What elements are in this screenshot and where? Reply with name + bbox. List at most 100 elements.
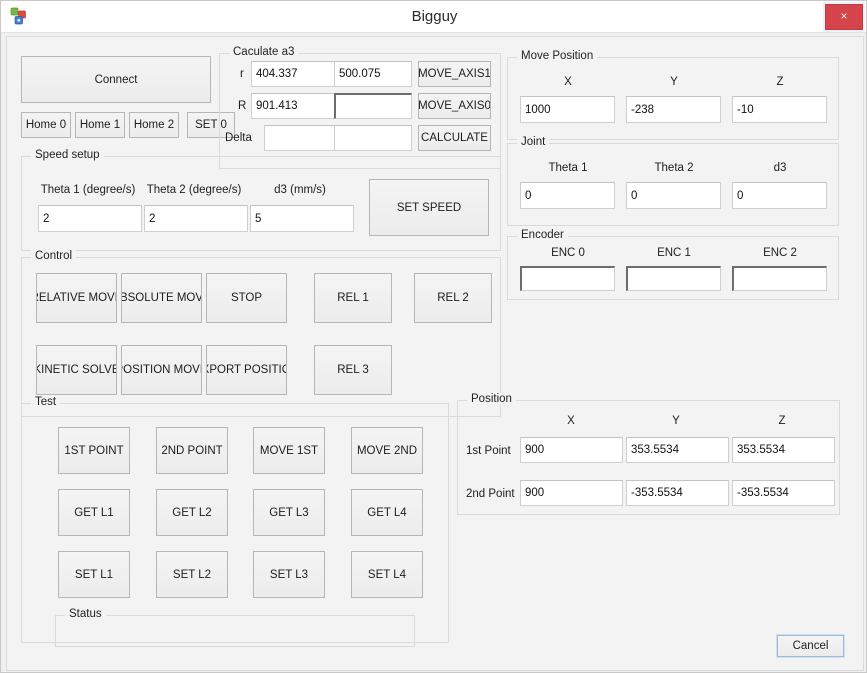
encoder-2-input[interactable] <box>732 266 827 291</box>
calc-r-field-a[interactable] <box>251 61 346 87</box>
encoder-2-header: ENC 2 <box>763 247 797 259</box>
position-row-1-label: 1st Point <box>466 445 511 457</box>
move-position-x-input[interactable] <box>520 96 615 123</box>
position-2nd-y-input[interactable] <box>626 480 729 506</box>
rel-3-button[interactable]: REL 3 <box>314 345 392 395</box>
move-1st-button[interactable]: MOVE 1ST <box>253 427 325 474</box>
encoder-1-header: ENC 1 <box>657 247 691 259</box>
first-point-button[interactable]: 1ST POINT <box>58 427 130 474</box>
move-position-z-input[interactable] <box>732 96 827 123</box>
export-position-label: EXPORT POSITION <box>207 364 286 376</box>
position-group: Position X Y Z 1st Point 2nd Point <box>457 393 840 515</box>
position-2nd-x-input[interactable] <box>520 480 623 506</box>
theta2-speed-label: Theta 2 (degree/s) <box>146 184 242 196</box>
status-group: Status <box>55 608 415 647</box>
joint-theta1-input[interactable] <box>520 182 615 209</box>
move-position-x-header: X <box>564 76 572 88</box>
get-l1-button[interactable]: GET L1 <box>58 489 130 536</box>
label-r-upper: R <box>238 100 247 112</box>
set-l4-button[interactable]: SET L4 <box>351 551 423 598</box>
encoder-1-input[interactable] <box>626 266 721 291</box>
get-l2-button[interactable]: GET L2 <box>156 489 228 536</box>
relative-move-label: RELATIVE MOVE <box>36 292 116 304</box>
test-group: Test 1ST POINT 2ND POINT MOVE 1ST MOVE 2… <box>21 396 449 643</box>
calculate-button[interactable]: CALCULATE <box>418 125 491 151</box>
rel-1-button[interactable]: REL 1 <box>314 273 392 323</box>
joint-d3-input[interactable] <box>732 182 827 209</box>
move-2nd-button[interactable]: MOVE 2ND <box>351 427 423 474</box>
calc-delta-field-b[interactable] <box>334 125 412 151</box>
absolute-move-label: ABSOLUTE MOVE <box>122 292 201 304</box>
joint-theta2-input[interactable] <box>626 182 721 209</box>
test-legend: Test <box>31 396 61 408</box>
encoder-0-input[interactable] <box>520 266 615 291</box>
calc-r-field-b[interactable] <box>334 61 412 87</box>
application-window: Bigguy × Connect Home 0 Home 1 Home 2 SE… <box>0 0 867 673</box>
close-button[interactable]: × <box>825 4 863 30</box>
get-l3-button[interactable]: GET L3 <box>253 489 325 536</box>
speed-setup-legend: Speed setup <box>31 149 104 161</box>
position-1st-z-input[interactable] <box>732 437 835 463</box>
home-0-button[interactable]: Home 0 <box>21 112 71 138</box>
absolute-move-button[interactable]: ABSOLUTE MOVE <box>121 273 202 323</box>
position-row-2-label: 2nd Point <box>466 488 515 500</box>
joint-legend: Joint <box>517 136 550 148</box>
joint-group: Joint Theta 1 Theta 2 d3 <box>507 136 839 226</box>
move-position-y-input[interactable] <box>626 96 721 123</box>
d3-speed-input[interactable] <box>250 205 354 232</box>
move-axis0-button[interactable]: MOVE_AXIS0 <box>418 93 491 119</box>
calc-R-field-b[interactable] <box>334 93 412 119</box>
label-r-lower: r <box>240 68 244 80</box>
cancel-button[interactable]: Cancel <box>777 635 844 657</box>
set-l1-button[interactable]: SET L1 <box>58 551 130 598</box>
label-delta: Delta <box>225 132 252 144</box>
status-legend: Status <box>65 608 106 620</box>
rel-2-button[interactable]: REL 2 <box>414 273 492 323</box>
joint-theta1-header: Theta 1 <box>548 162 588 174</box>
position-legend: Position <box>467 393 516 405</box>
control-group: Control RELATIVE MOVE ABSOLUTE MOVE STOP… <box>21 250 501 417</box>
kinetic-solve-button[interactable]: KINETIC SOLVE <box>36 345 117 395</box>
stop-button[interactable]: STOP <box>206 273 287 323</box>
stop-label: STOP <box>230 292 263 304</box>
encoder-group: Encoder ENC 0 ENC 1 ENC 2 <box>507 229 839 300</box>
second-point-button[interactable]: 2ND POINT <box>156 427 228 474</box>
calculate-a3-group: Caculate a3 r MOVE_AXIS1 R MOVE_AXIS0 De… <box>219 46 501 169</box>
relative-move-button[interactable]: RELATIVE MOVE <box>36 273 117 323</box>
set-l2-button[interactable]: SET L2 <box>156 551 228 598</box>
window-title: Bigguy <box>411 8 458 25</box>
position-1st-y-input[interactable] <box>626 437 729 463</box>
position-2nd-z-input[interactable] <box>732 480 835 506</box>
move-position-y-header: Y <box>670 76 678 88</box>
position-move-label: POSITION MOVE <box>122 364 201 376</box>
theta1-speed-label: Theta 1 (degree/s) <box>40 184 136 196</box>
export-position-button[interactable]: EXPORT POSITION <box>206 345 287 395</box>
connect-button[interactable]: Connect <box>21 56 211 103</box>
kinetic-solve-label: KINETIC SOLVE <box>36 364 117 376</box>
title-bar: Bigguy × <box>1 1 866 33</box>
theta2-speed-input[interactable] <box>144 205 248 232</box>
move-position-group: Move Position X Y Z <box>507 50 839 140</box>
get-l4-button[interactable]: GET L4 <box>351 489 423 536</box>
home-1-button[interactable]: Home 1 <box>75 112 125 138</box>
control-legend: Control <box>31 250 77 262</box>
d3-speed-label: d3 (mm/s) <box>274 184 326 196</box>
set-speed-button[interactable]: SET SPEED <box>369 179 489 236</box>
home-2-button[interactable]: Home 2 <box>129 112 179 138</box>
position-y-header: Y <box>672 415 680 427</box>
position-z-header: Z <box>778 415 786 427</box>
joint-theta2-header: Theta 2 <box>654 162 694 174</box>
client-area: Connect Home 0 Home 1 Home 2 SET 0 Cacul… <box>6 36 864 671</box>
position-move-button[interactable]: POSITION MOVE <box>121 345 202 395</box>
move-axis1-button[interactable]: MOVE_AXIS1 <box>418 61 491 87</box>
set-l3-button[interactable]: SET L3 <box>253 551 325 598</box>
position-x-header: X <box>567 415 575 427</box>
encoder-0-header: ENC 0 <box>551 247 585 259</box>
move-position-legend: Move Position <box>517 50 598 62</box>
encoder-legend: Encoder <box>517 229 568 241</box>
position-1st-x-input[interactable] <box>520 437 623 463</box>
joint-d3-header: d3 <box>773 162 787 174</box>
theta1-speed-input[interactable] <box>38 205 142 232</box>
calculate-a3-legend: Caculate a3 <box>229 46 299 58</box>
calc-R-field-a[interactable] <box>251 93 346 119</box>
